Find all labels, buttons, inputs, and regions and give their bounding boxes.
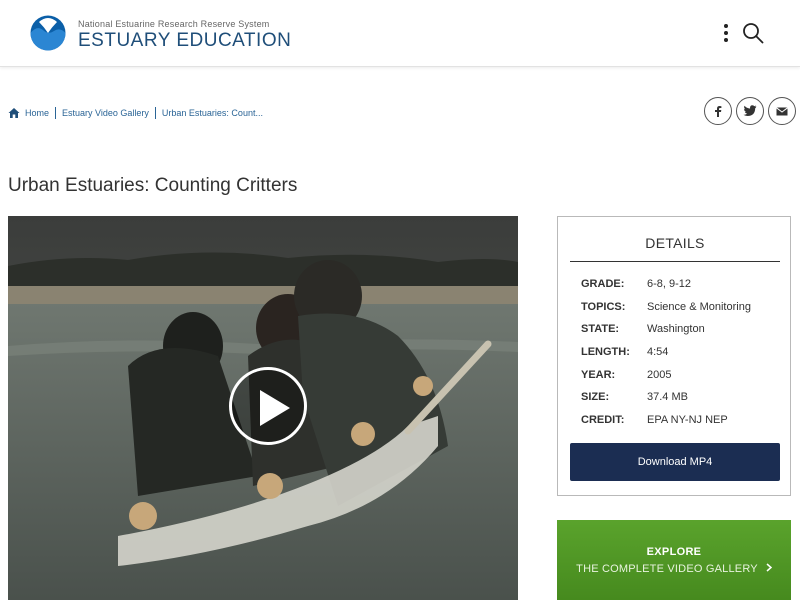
brand-title[interactable]: ESTUARY EDUCATION — [78, 30, 291, 52]
site-header: National Estuarine Research Reserve Syst… — [0, 0, 800, 67]
detail-year: YEAR: 2005 — [581, 369, 671, 381]
detail-label: LENGTH: — [581, 346, 630, 358]
detail-value: 2005 — [647, 369, 672, 381]
detail-label: TOPICS: — [581, 301, 626, 313]
brand-subtitle: National Estuarine Research Reserve Syst… — [78, 19, 270, 29]
breadcrumb-home[interactable]: Home — [25, 108, 49, 118]
detail-value: 4:54 — [647, 346, 669, 358]
email-icon — [776, 106, 788, 115]
explore-gallery-banner[interactable]: EXPLORE THE COMPLETE VIDEO GALLERY — [557, 520, 791, 600]
noaa-logo[interactable] — [30, 15, 66, 51]
detail-topics: TOPICS: Science & Monitoring — [581, 301, 751, 313]
play-icon — [260, 390, 290, 426]
email-share-button[interactable] — [768, 97, 796, 125]
share-buttons — [704, 97, 796, 125]
detail-label: CREDIT: — [581, 414, 625, 426]
facebook-share-button[interactable] — [704, 97, 732, 125]
detail-value: Science & Monitoring — [647, 301, 751, 313]
detail-label: YEAR: — [581, 369, 616, 381]
detail-value: 37.4 MB — [647, 391, 688, 403]
home-icon[interactable] — [8, 107, 20, 119]
facebook-icon — [715, 106, 722, 117]
breadcrumb-current[interactable]: Urban Estuaries: Count... — [162, 108, 263, 118]
breadcrumb: Home Estuary Video Gallery Urban Estuari… — [8, 105, 263, 121]
breadcrumb-divider — [154, 107, 156, 119]
download-mp4-button[interactable]: Download MP4 — [570, 443, 780, 481]
chevron-right-icon — [766, 563, 772, 572]
twitter-icon — [743, 105, 757, 116]
breadcrumb-video-gallery[interactable]: Estuary Video Gallery — [62, 108, 149, 118]
explore-title: EXPLORE — [646, 546, 702, 558]
detail-label: GRADE: — [581, 278, 625, 290]
detail-value: 6-8, 9-12 — [647, 278, 692, 290]
details-heading: DETAILS — [645, 235, 705, 251]
details-divider — [570, 261, 780, 262]
detail-grade: GRADE: 6-8, 9-12 — [581, 278, 691, 290]
play-button[interactable] — [229, 367, 307, 445]
search-icon[interactable] — [742, 22, 764, 44]
detail-credit: CREDIT: EPA NY-NJ NEP — [581, 414, 728, 426]
details-card: DETAILS GRADE: 6-8, 9-12 TOPICS: Science &… — [557, 216, 791, 496]
explore-subtitle: THE COMPLETE VIDEO GALLERY — [557, 563, 791, 575]
detail-value: EPA NY-NJ NEP — [647, 414, 728, 426]
detail-state: STATE: Washington — [581, 323, 705, 335]
vertical-dots-icon[interactable] — [720, 22, 732, 44]
detail-value: Washington — [647, 323, 705, 335]
detail-length: LENGTH: 4:54 — [581, 346, 668, 358]
detail-size: SIZE: 37.4 MB — [581, 391, 688, 403]
explore-subtitle-text: THE COMPLETE VIDEO GALLERY — [576, 563, 758, 575]
video-player[interactable] — [8, 216, 518, 600]
detail-label: SIZE: — [581, 391, 610, 403]
breadcrumb-divider — [55, 107, 57, 119]
page-title: Urban Estuaries: Counting Critters — [8, 175, 298, 196]
twitter-share-button[interactable] — [736, 97, 764, 125]
detail-label: STATE: — [581, 323, 620, 335]
